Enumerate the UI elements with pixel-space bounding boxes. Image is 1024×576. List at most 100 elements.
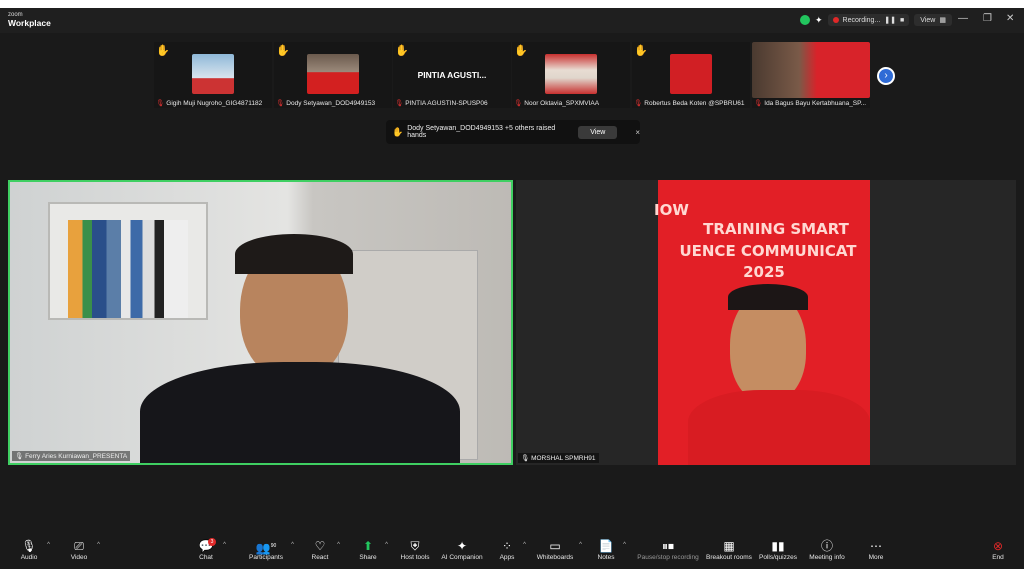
end-label: End [992,554,1004,561]
apps-icon: ⁘ [501,539,513,553]
ai-companion-label: AI Companion [441,554,483,561]
chevron-up-icon[interactable]: ^ [579,542,582,548]
participant-video [307,54,359,94]
breakout-rooms-label: Breakout rooms [706,554,752,561]
speaker-name-label: 🎙 Ferry Aries Kurniawan_PRESENTA [12,451,131,461]
notes-button[interactable]: 📄 Notes ^ [594,539,627,561]
chevron-up-icon[interactable]: ^ [523,542,526,548]
share-button[interactable]: ⬆ Share ^ [356,539,388,561]
participants-count: 90 [270,543,277,549]
more-button[interactable]: ⋯ More [864,539,888,561]
end-call-icon: ⊗ [992,539,1004,553]
more-label: More [868,554,884,561]
recording-indicator[interactable]: Recording... ❚❚ ■ [827,14,910,26]
raised-hand-icon: ✋ [514,45,528,57]
view-label: View [920,16,936,24]
participant-video [545,54,597,94]
chat-button[interactable]: 💬 3 Chat ^ [194,538,226,561]
grid-icon: ▦ [939,17,946,24]
audio-button[interactable]: 🎙 Audio ^ [16,539,50,561]
encryption-shield-icon[interactable] [800,15,810,25]
chat-label: Chat [199,554,213,561]
participant-tile[interactable]: ✋ 🎙Ida Bagus Bayu Kertabhuana_SP... [752,42,870,108]
chevron-up-icon[interactable]: ^ [623,542,626,548]
view-raised-hands-button[interactable]: View [578,125,618,139]
view-button[interactable]: View ▦ [914,14,952,26]
participant-tile[interactable]: ✋ 🎙 Gigih Muji Nugroho_GIG4871182 [154,42,272,108]
chevron-up-icon[interactable]: ^ [337,542,340,548]
end-button[interactable]: ⊗ End [988,539,1008,561]
zoom-window: zoom Workplace ✦ Recording... ❚❚ ■ View … [0,8,1024,569]
raised-hand-icon: ✋ [634,45,648,57]
pause-stop-recording-button[interactable]: ⏸⏹ Pause/stop recording [636,539,700,561]
muted-mic-icon: 🎙 [156,100,165,107]
video-label: Video [70,554,88,561]
brand-big: Workplace [8,18,51,28]
close-icon[interactable]: × [635,128,640,137]
react-button[interactable]: ♡ React ^ [308,539,341,561]
raised-hand-icon: ✋ [395,45,409,57]
recording-label: Recording... [842,16,881,24]
recording-dot-icon [832,17,839,23]
chat-badge: 3 [208,538,216,546]
breakout-rooms-icon: ▦ [723,539,735,553]
muted-mic-icon: 🎙 [514,100,523,107]
sparkle-icon[interactable]: ✦ [815,15,823,26]
muted-mic-icon: 🎙 [754,100,763,107]
speaker-name-label: 🎙 MORSHAL SPMRH91 [518,453,599,463]
minimize-button[interactable]: — [958,13,968,24]
close-button[interactable]: ✕ [1006,13,1014,24]
recording-area: ✦ Recording... ❚❚ ■ View ▦ [800,12,952,28]
host-tools-button[interactable]: ⛨ Host tools [398,539,432,561]
muted-mic-icon: 🎙 [15,453,24,460]
zoom-logo: zoom Workplace [8,12,51,28]
pause-stop-label: Pause/stop recording [637,554,699,561]
participants-label: Participants [249,554,283,561]
muted-mic-icon: 🎙 [395,100,404,107]
slide-line-2: TRAINING SMART [703,220,849,238]
slide-line-1: IOW [654,201,689,219]
active-speaker-video[interactable]: 🎙 Ferry Aries Kurniawan_PRESENTA [8,180,513,465]
breakout-rooms-button[interactable]: ▦ Breakout rooms [706,539,752,561]
whiteboard-icon: ▭ [549,539,561,553]
share-screen-icon: ⬆ [362,539,374,553]
raised-hand-icon: ✋ [276,45,290,57]
raised-hands-text: Dody Setyawan_DOD4949153 +5 others raise… [407,125,556,139]
poll-chart-icon: ▮▮ [771,539,785,553]
polls-label: Polls/quizzes [759,554,797,561]
chevron-up-icon[interactable]: ^ [385,542,388,548]
heart-icon: ♡ [314,539,326,553]
info-icon: ⓘ [820,539,833,553]
ai-companion-button[interactable]: ✦ AI Companion [440,539,484,561]
participant-name: 🎙 Ida Bagus Bayu Kertabhuana_SP... [754,100,867,107]
whiteboards-button[interactable]: ▭ Whiteboards ^ [536,539,582,561]
restore-button[interactable]: ❐ [983,13,992,24]
participants-icon: 👥90 [255,541,277,555]
chevron-up-icon[interactable]: ^ [97,542,100,548]
pause-icon[interactable]: ❚❚ [884,16,896,24]
chevron-up-icon[interactable]: ^ [47,542,50,548]
meeting-info-button[interactable]: ⓘ Meeting info [808,539,846,561]
chevron-right-icon[interactable]: › [877,67,895,85]
video-camera-icon: ⎚ [74,539,84,553]
polls-button[interactable]: ▮▮ Polls/quizzes [758,539,798,561]
muted-mic-icon: 🎙 [634,100,643,107]
chevron-up-icon[interactable]: ^ [223,542,226,548]
chevron-up-icon[interactable]: ^ [291,542,294,548]
raised-hand-icon: ✋ [156,45,170,57]
shield-icon: ⛨ [410,539,420,553]
participants-button[interactable]: 👥90 Participants ^ [246,539,294,561]
shared-video[interactable]: IOW TRAINING SMART UENCE COMMUNICAT 2025… [516,180,1016,465]
participant-video [752,42,870,98]
participant-tile[interactable]: ✋ 🎙 Robertus Beda Koten @SPBRU61 [632,42,750,108]
title-bar: zoom Workplace ✦ Recording... ❚❚ ■ View … [0,8,1024,33]
apps-button[interactable]: ⁘ Apps ^ [496,539,526,561]
whiteboards-label: Whiteboards [536,554,574,561]
stop-icon[interactable]: ■ [900,17,904,24]
participant-tile[interactable]: ✋ PINTIA AGUSTI... 🎙 PINTIA AGUSTIN-SPUSP… [393,42,511,108]
video-button[interactable]: ⎚ Video ^ [66,539,100,561]
participant-tile[interactable]: ✋ 🎙 Dody Setyawan_DOD4949153 [274,42,392,108]
host-tools-label: Host tools [400,554,430,561]
participant-display-name: PINTIA AGUSTI... [417,70,487,80]
participant-tile[interactable]: ✋ 🎙 Noor Oktavia_SPXMVIAA [512,42,630,108]
